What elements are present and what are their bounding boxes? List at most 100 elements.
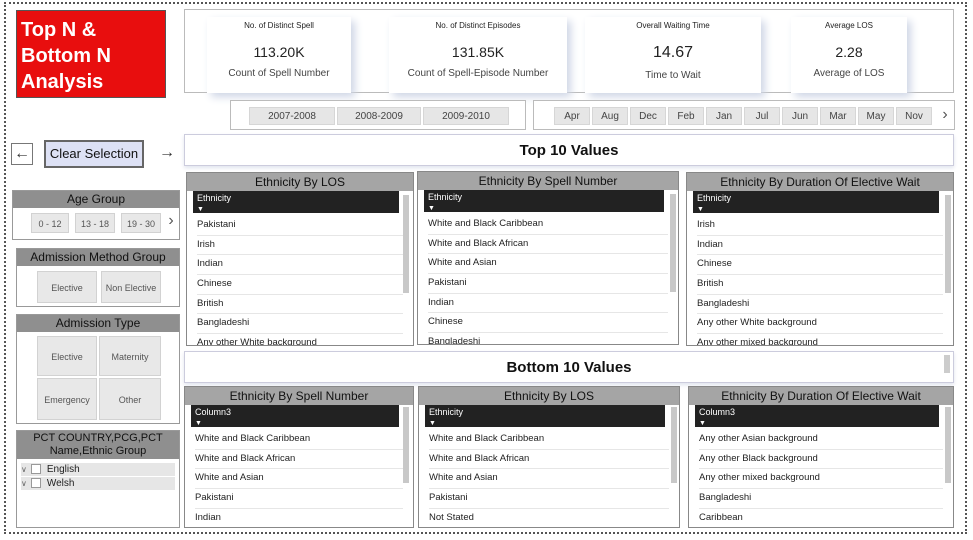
month-chip[interactable]: Jan <box>706 107 742 125</box>
table-row[interactable]: Pakistani <box>428 274 668 294</box>
admission-method-chip[interactable]: Elective <box>37 271 97 303</box>
kpi-sub: Count of Spell-Episode Number <box>407 68 549 79</box>
kpi-label: Average LOS <box>825 21 873 30</box>
admission-type-chip[interactable]: Maternity <box>99 336 161 376</box>
scrollbar[interactable] <box>671 407 677 483</box>
table-row[interactable]: Pakistani <box>429 489 669 509</box>
table-row[interactable]: Indian <box>195 509 403 527</box>
table-row[interactable]: Any other mixed background <box>699 469 943 490</box>
table-row[interactable]: White and Black Caribbean <box>429 430 669 450</box>
table-row[interactable]: Chinese <box>697 255 943 276</box>
scrollbar[interactable] <box>944 355 950 373</box>
sort-arrow-icon[interactable]: ▼ <box>428 202 435 216</box>
tree-item[interactable]: ∨ Welsh <box>21 477 175 490</box>
scrollbar[interactable] <box>403 407 409 483</box>
age-chip[interactable]: 19 - 30 <box>121 213 161 233</box>
admission-type-chip[interactable]: Elective <box>37 336 97 376</box>
back-arrow-icon[interactable]: ← <box>11 143 33 165</box>
table-row[interactable]: Pakistani <box>197 216 403 236</box>
table-row[interactable]: Bangladeshi <box>197 314 403 335</box>
table-row[interactable]: Chinese <box>197 275 403 295</box>
month-chip[interactable]: Feb <box>668 107 704 125</box>
admission-type-chip[interactable]: Other <box>99 378 161 420</box>
age-chip[interactable]: 0 - 12 <box>31 213 69 233</box>
table-row[interactable]: White and Black Caribbean <box>195 430 403 450</box>
table-ethnicity-by-spell-number: Ethnicity By Spell Number Ethnicity ▼ Whi… <box>417 171 679 345</box>
column-header[interactable]: Column3 ▼ <box>191 405 399 427</box>
column-header-label: Ethnicity <box>697 193 732 203</box>
scrollbar[interactable] <box>670 194 676 292</box>
forward-arrow-icon[interactable]: → <box>156 143 178 165</box>
table-bottom-ethnicity-by-los: Ethnicity By LOS Ethnicity ▼ White and Bl… <box>418 386 680 528</box>
sort-arrow-icon[interactable]: ▼ <box>699 417 706 431</box>
column-header[interactable]: Ethnicity ▼ <box>425 405 665 427</box>
table-row[interactable]: White and Black African <box>195 450 403 470</box>
tree-item[interactable]: ∨ English <box>21 463 175 476</box>
table-row[interactable]: Caribbean <box>699 509 943 527</box>
chevron-right-icon[interactable]: › <box>936 101 954 129</box>
month-chip[interactable]: Aug <box>592 107 628 125</box>
table-row[interactable]: White and Black African <box>428 235 668 255</box>
column-header[interactable]: Ethnicity ▼ <box>693 191 939 213</box>
table-row[interactable]: Bangladeshi <box>699 489 943 509</box>
scrollbar[interactable] <box>945 407 951 483</box>
checkbox-icon[interactable] <box>30 464 41 475</box>
table-row[interactable]: Bangladeshi <box>697 295 943 315</box>
table-row[interactable]: Bangladeshi <box>428 333 668 344</box>
slicer-title: Age Group <box>13 191 179 208</box>
sort-arrow-icon[interactable]: ▼ <box>195 417 202 431</box>
column-header[interactable]: Column3 ▼ <box>695 405 939 427</box>
chevron-down-icon[interactable]: ∨ <box>21 465 27 474</box>
month-chip[interactable]: Dec <box>630 107 666 125</box>
table-title: Ethnicity By Spell Number <box>185 387 413 405</box>
sort-arrow-icon[interactable]: ▼ <box>697 203 704 217</box>
month-chip[interactable]: Jun <box>782 107 818 125</box>
table-row[interactable]: White and Asian <box>428 254 668 275</box>
table-row[interactable]: Irish <box>697 216 943 236</box>
sort-arrow-icon[interactable]: ▼ <box>197 203 204 217</box>
table-row[interactable]: British <box>197 295 403 315</box>
month-chip[interactable]: Nov <box>896 107 932 125</box>
table-row[interactable]: Indian <box>428 294 668 314</box>
sort-arrow-icon[interactable]: ▼ <box>429 417 436 431</box>
table-row[interactable]: Any other Asian background <box>699 430 943 450</box>
month-chip[interactable]: May <box>858 107 894 125</box>
table-row[interactable]: Pakistani <box>195 489 403 509</box>
table-ethnicity-by-los: Ethnicity By LOS Ethnicity ▼ Pakistani Ir… <box>186 172 414 346</box>
table-title: Ethnicity By Spell Number <box>418 172 678 190</box>
table-row[interactable]: Any other White background <box>197 334 403 345</box>
chevron-down-icon[interactable]: ∨ <box>21 479 27 488</box>
table-row[interactable]: Any other mixed background <box>697 334 943 345</box>
table-row[interactable]: Irish <box>197 236 403 256</box>
age-chip[interactable]: 13 - 18 <box>75 213 115 233</box>
scrollbar[interactable] <box>945 195 951 293</box>
month-chip[interactable]: Apr <box>554 107 590 125</box>
year-chip[interactable]: 2007-2008 <box>249 107 335 125</box>
table-row[interactable]: White and Asian <box>195 469 403 490</box>
column-header[interactable]: Ethnicity ▼ <box>193 191 399 213</box>
table-row[interactable]: Chinese <box>428 313 668 334</box>
month-chip[interactable]: Mar <box>820 107 856 125</box>
year-chip[interactable]: 2009-2010 <box>423 107 509 125</box>
column-header-label: Column3 <box>195 407 232 417</box>
month-chip[interactable]: Jul <box>744 107 780 125</box>
chevron-right-icon[interactable]: › <box>163 207 179 235</box>
table-row[interactable]: Not Stated <box>429 509 669 527</box>
table-row[interactable]: Any other White background <box>697 314 943 335</box>
table-row[interactable]: White and Black African <box>429 450 669 470</box>
table-row[interactable]: Indian <box>197 255 403 276</box>
checkbox-icon[interactable] <box>30 478 41 489</box>
table-title: Ethnicity By LOS <box>419 387 679 405</box>
scrollbar[interactable] <box>403 195 409 293</box>
table-row[interactable]: Indian <box>697 236 943 256</box>
table-row[interactable]: White and Black Caribbean <box>428 215 668 235</box>
table-row[interactable]: Any other Black background <box>699 450 943 470</box>
admission-type-chip[interactable]: Emergency <box>37 378 97 420</box>
admission-method-chip[interactable]: Non Elective <box>101 271 161 303</box>
column-header[interactable]: Ethnicity ▼ <box>424 190 664 212</box>
kpi-sub: Count of Spell Number <box>228 68 330 79</box>
year-chip[interactable]: 2008-2009 <box>337 107 421 125</box>
table-row[interactable]: British <box>697 275 943 295</box>
clear-selection-button[interactable]: Clear Selection <box>44 140 144 168</box>
table-row[interactable]: White and Asian <box>429 469 669 490</box>
